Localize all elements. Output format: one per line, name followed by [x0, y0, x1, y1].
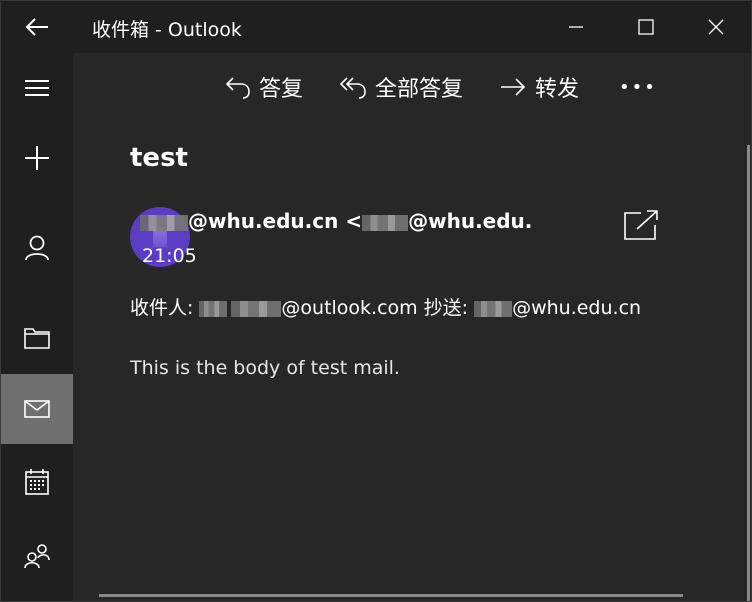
- people-icon: [24, 544, 50, 569]
- forward-button[interactable]: 转发: [499, 67, 579, 107]
- close-icon: [708, 19, 724, 35]
- sender-separator: <: [338, 209, 363, 233]
- redacted-text: [231, 300, 282, 317]
- reading-pane: 答复 全部答复 转发 ••• test: [73, 53, 751, 601]
- maximize-icon: [638, 19, 654, 35]
- redacted-text: [199, 300, 228, 317]
- mail-icon: [24, 400, 50, 418]
- cc-label: 抄送:: [423, 297, 469, 319]
- message-time: 21:05: [142, 245, 197, 267]
- open-in-new-window-button[interactable]: [621, 207, 661, 243]
- redacted-text: [474, 300, 513, 317]
- menu-button[interactable]: [1, 53, 73, 123]
- compose-plus-icon: [25, 146, 49, 170]
- people-button[interactable]: [1, 521, 73, 591]
- more-icon: •••: [619, 76, 657, 98]
- folder-icon: [24, 328, 50, 349]
- person-icon: [25, 235, 49, 261]
- maximize-button[interactable]: [623, 9, 669, 45]
- folders-button[interactable]: [1, 303, 73, 373]
- horizontal-scrollbar[interactable]: [99, 594, 683, 597]
- reply-icon: [225, 77, 250, 99]
- hamburger-menu-icon: [25, 80, 49, 96]
- minimize-icon: [569, 26, 583, 28]
- forward-label: 转发: [535, 77, 580, 102]
- close-button[interactable]: [693, 9, 739, 45]
- more-actions-button[interactable]: •••: [619, 67, 657, 107]
- to-address-domain[interactable]: @outlook.com: [281, 297, 417, 319]
- reply-all-label: 全部答复: [375, 77, 464, 102]
- sender-address-domain: @whu.edu.cn>: [408, 209, 532, 233]
- forward-icon: [501, 78, 526, 96]
- mail-button[interactable]: [1, 374, 73, 444]
- reply-all-button[interactable]: 全部答复: [339, 67, 463, 107]
- new-mail-button[interactable]: [1, 123, 73, 193]
- vertical-scrollbar[interactable]: [747, 145, 750, 601]
- outlook-window: 收件箱 - Outlook 答复 全部答复 转发 ••• test @whu.e…: [0, 0, 752, 602]
- reply-all-icon: [339, 77, 366, 99]
- back-button[interactable]: [21, 13, 53, 41]
- message-subject: test: [130, 143, 188, 173]
- cc-address-domain[interactable]: @whu.edu.cn: [512, 297, 641, 319]
- message-toolbar: 答复 全部答复 转发 •••: [73, 53, 751, 117]
- calendar-button[interactable]: [1, 447, 73, 517]
- reply-label: 答复: [259, 77, 304, 102]
- message-body: This is the body of test mail.: [130, 357, 400, 379]
- title-bar: 收件箱 - Outlook: [1, 1, 751, 53]
- redacted-text: [140, 214, 188, 231]
- to-label: 收件人:: [130, 297, 194, 319]
- recipients-line: 收件人: @outlook.com 抄送: @whu.edu.cn: [130, 293, 641, 320]
- accounts-button[interactable]: [1, 213, 73, 283]
- navigation-rail: [1, 53, 73, 601]
- redacted-text: [362, 214, 409, 231]
- window-title: 收件箱 - Outlook: [92, 19, 242, 41]
- back-arrow-icon: [25, 18, 48, 36]
- reply-button[interactable]: 答复: [225, 67, 303, 107]
- popout-icon: [624, 210, 658, 240]
- calendar-icon: [25, 469, 49, 495]
- sender-line[interactable]: @whu.edu.cn < @whu.edu.cn>: [140, 209, 532, 233]
- sender-domain: @whu.edu.cn: [188, 209, 339, 233]
- minimize-button[interactable]: [553, 9, 599, 45]
